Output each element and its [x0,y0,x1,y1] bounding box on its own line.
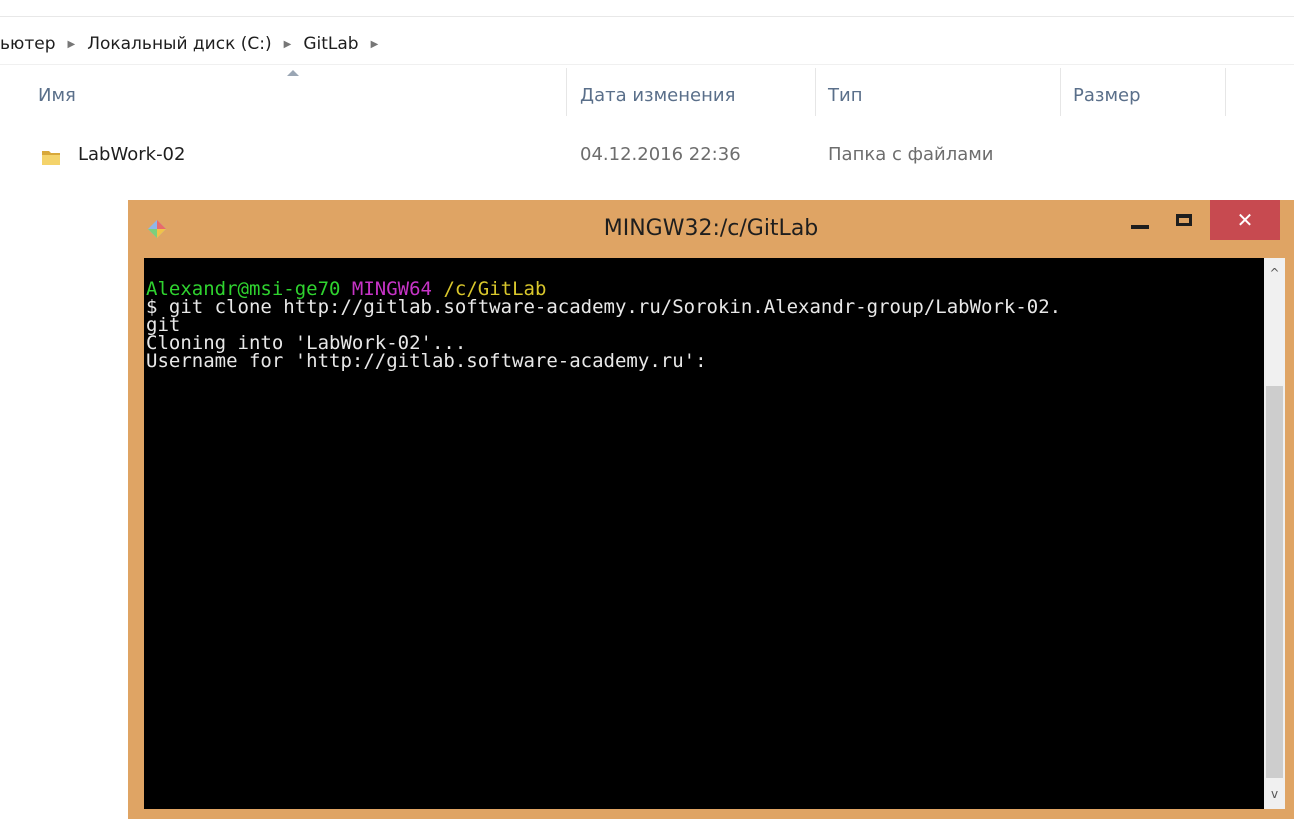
breadcrumb[interactable]: ьютер ▶ Локальный диск (C:) ▶ GitLab ▶ [0,26,1294,62]
breadcrumb-chevron-icon[interactable]: ▶ [67,39,75,50]
minimize-button[interactable] [1120,200,1160,240]
scroll-down-icon[interactable]: v [1264,783,1285,805]
terminal-window[interactable]: MINGW32:/c/GitLab ✕ Alexandr@msi-ge70 MI… [128,200,1294,819]
maximize-icon [1176,214,1192,226]
column-header-name[interactable]: Имя [38,85,76,106]
file-modified-date: 04.12.2016 22:36 [580,144,741,165]
column-divider[interactable] [1060,68,1061,116]
column-header-modified[interactable]: Дата изменения [580,85,735,106]
terminal-text: Alexandr@msi-ge70 MINGW64 /c/GitLab $ gi… [146,280,1062,372]
sort-ascending-icon [287,70,299,76]
terminal-line: Username for 'http://gitlab.software-aca… [146,350,707,372]
terminal-line: $ git clone http://gitlab.software-acade… [146,296,1062,318]
terminal-titlebar[interactable]: MINGW32:/c/GitLab ✕ [128,200,1294,258]
breadcrumb-divider [0,64,1294,65]
breadcrumb-item-gitlab[interactable]: GitLab [303,34,358,54]
terminal-scrollbar[interactable]: ^ v [1264,258,1285,809]
minimize-icon [1131,225,1149,229]
window-top-border [0,16,1294,17]
file-type: Папка с файлами [828,144,994,165]
terminal-output[interactable]: Alexandr@msi-ge70 MINGW64 /c/GitLab $ gi… [144,258,1264,809]
file-list-row[interactable]: LabWork-02 04.12.2016 22:36 Папка с файл… [36,138,1076,178]
breadcrumb-chevron-icon[interactable]: ▶ [284,39,292,50]
column-divider[interactable] [566,68,567,116]
breadcrumb-item-computer[interactable]: ьютер [0,34,55,54]
scroll-up-icon[interactable]: ^ [1264,262,1285,284]
maximize-button[interactable] [1164,200,1204,240]
scrollbar-thumb[interactable] [1266,386,1283,778]
breadcrumb-chevron-icon[interactable]: ▶ [371,39,379,50]
column-divider[interactable] [815,68,816,116]
breadcrumb-item-local-disk[interactable]: Локальный диск (C:) [87,34,271,54]
column-header-type[interactable]: Тип [828,85,862,106]
file-name[interactable]: LabWork-02 [78,144,185,165]
close-icon: ✕ [1236,208,1254,232]
column-divider[interactable] [1225,68,1226,116]
close-button[interactable]: ✕ [1210,200,1280,240]
column-header-size[interactable]: Размер [1073,85,1141,106]
folder-icon [42,151,60,165]
